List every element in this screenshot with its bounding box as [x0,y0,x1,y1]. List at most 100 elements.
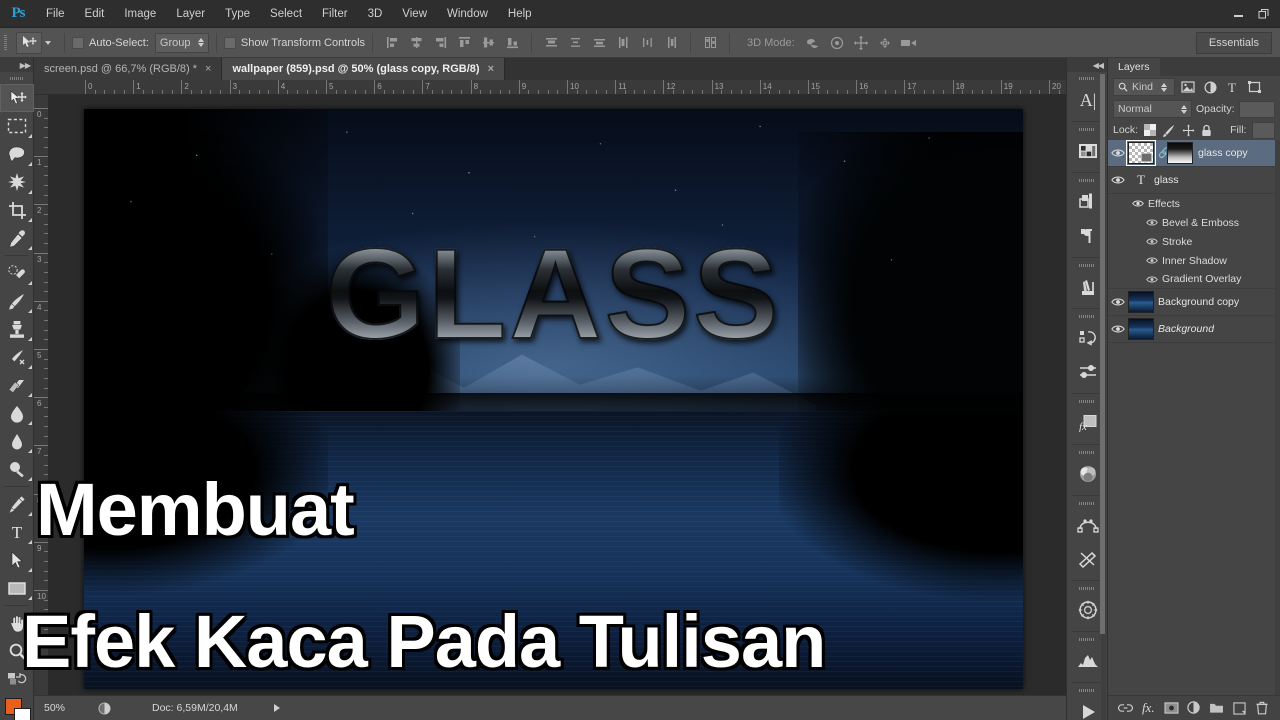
tab-layers[interactable]: Layers [1108,58,1160,76]
distribute-horizontal-centers-icon[interactable] [636,32,658,54]
blur-tool[interactable] [0,427,34,455]
table-row[interactable]: Background [1108,316,1280,343]
layer-name[interactable]: glass [1154,174,1179,186]
table-row[interactable]: Background copy [1108,289,1280,316]
history-brush-tool[interactable] [0,343,34,371]
effect-visibility-toggle[interactable] [1142,232,1162,251]
workspace-switcher-button[interactable]: Essentials [1195,32,1272,54]
fill-input[interactable] [1252,121,1275,139]
distribute-bottom-edges-icon[interactable] [588,32,610,54]
scale-3d-icon[interactable] [898,32,920,54]
list-item[interactable]: Stroke [1108,232,1280,251]
brush-tool[interactable] [0,287,34,315]
layers-list[interactable]: 🔗 glass copy T glass Effects Bevel & Emb… [1108,140,1280,720]
align-right-edges-icon[interactable] [429,32,451,54]
list-item[interactable]: Bevel & Emboss [1108,213,1280,232]
menu-3d[interactable]: 3D [358,0,393,28]
menu-window[interactable]: Window [437,0,498,28]
dodge-tool[interactable] [0,455,34,483]
list-item[interactable]: Gradient Overlay [1108,270,1280,289]
layer-name[interactable]: glass copy [1198,147,1248,159]
quick-selection-tool[interactable] [0,168,34,196]
show-transform-controls-checkbox[interactable] [223,36,236,49]
distribute-top-edges-icon[interactable] [540,32,562,54]
roll-3d-icon[interactable] [826,32,848,54]
layer-filter-kind-select[interactable]: Kind [1113,78,1175,96]
menu-view[interactable]: View [392,0,437,28]
current-tool-preset[interactable] [10,28,57,58]
minimize-icon[interactable] [1226,4,1250,24]
effect-visibility-toggle[interactable] [1142,270,1162,289]
restore-icon[interactable] [1252,4,1276,24]
layer-mask-thumbnail[interactable] [1167,142,1193,164]
rectangle-tool[interactable] [0,574,34,602]
menu-type[interactable]: Type [215,0,260,28]
pen-tool[interactable] [0,490,34,518]
lasso-tool[interactable] [0,140,34,168]
align-bottom-edges-icon[interactable] [501,32,523,54]
expand-status-icon[interactable] [273,704,280,712]
edit-toolbar-button[interactable] [0,665,34,693]
color-swatches[interactable] [0,695,34,720]
slide-3d-icon[interactable] [874,32,896,54]
layer-visibility-toggle[interactable] [1108,167,1128,194]
effects-visibility-toggle[interactable] [1128,194,1148,213]
canvas-area[interactable]: GLASS [49,95,1066,695]
move-tool[interactable] [0,84,34,112]
add-layer-style-icon[interactable]: fx. [1139,699,1157,717]
preview-icon[interactable] [96,700,112,716]
auto-select-scope-select[interactable]: Group [154,32,209,53]
layer-visibility-toggle[interactable] [1108,316,1128,343]
eraser-tool[interactable] [0,371,34,399]
tool-preset-chevron-down-icon[interactable] [45,40,51,45]
align-top-edges-icon[interactable] [453,32,475,54]
align-vertical-centers-icon[interactable] [477,32,499,54]
background-color-swatch[interactable] [14,708,31,720]
pan-3d-icon[interactable] [850,32,872,54]
eyedropper-tool[interactable] [0,224,34,252]
delete-layer-icon[interactable] [1253,699,1271,717]
zoom-level[interactable]: 50% [44,702,86,714]
filter-shape-icon[interactable] [1245,78,1263,96]
hand-tool[interactable] [0,609,34,637]
zoom-tool[interactable] [0,637,34,665]
link-layers-icon[interactable] [1116,699,1134,717]
layer-mask-link-icon[interactable]: 🔗 [1158,148,1170,159]
blend-mode-select[interactable]: Normal [1113,100,1192,118]
new-layer-icon[interactable] [1231,699,1249,717]
filter-pixel-icon[interactable] [1179,78,1197,96]
vertical-ruler[interactable]: 0 1 2 3 4 5 6 7 8 9 10 [34,95,49,695]
rotate-3d-icon[interactable] [802,32,824,54]
close-icon[interactable]: × [488,63,494,75]
menu-help[interactable]: Help [498,0,542,28]
effect-visibility-toggle[interactable] [1142,213,1162,232]
filter-adjustment-icon[interactable] [1201,78,1219,96]
new-group-icon[interactable] [1208,699,1226,717]
effect-visibility-toggle[interactable] [1142,251,1162,270]
align-left-edges-icon[interactable] [381,32,403,54]
layers-scrollbar-track[interactable] [1275,140,1280,695]
layer-thumbnail[interactable] [1128,291,1154,313]
rectangular-marquee-tool[interactable] [0,112,34,140]
distribute-right-edges-icon[interactable] [660,32,682,54]
auto-select-checkbox[interactable] [72,36,84,49]
menu-edit[interactable]: Edit [75,0,115,28]
layer-effects-group[interactable]: Effects [1108,194,1280,213]
lock-transparent-pixels-icon[interactable] [1144,121,1157,139]
opacity-input[interactable] [1238,100,1275,118]
horizontal-ruler[interactable]: 0 1 2 3 4 5 6 7 8 9 10 11 12 13 14 15 16 17 18 19 20 [34,80,1066,95]
document-tab-screen[interactable]: screen.psd @ 66,7% (RGB/8) * × [34,58,223,80]
align-horizontal-centers-icon[interactable] [405,32,427,54]
filter-type-icon[interactable]: T [1223,78,1241,96]
menu-select[interactable]: Select [260,0,312,28]
auto-align-layers-icon[interactable] [699,32,721,54]
menu-filter[interactable]: Filter [312,0,358,28]
layer-visibility-toggle[interactable] [1108,289,1128,316]
tools-panel-grip[interactable] [0,72,33,84]
dock-scrollbar-thumb[interactable] [1100,74,1105,634]
distribute-vertical-centers-icon[interactable] [564,32,586,54]
lock-image-pixels-icon[interactable] [1162,121,1176,139]
menu-image[interactable]: Image [114,0,166,28]
layer-name[interactable]: Background [1158,323,1214,335]
layer-thumbnail[interactable] [1128,318,1154,340]
